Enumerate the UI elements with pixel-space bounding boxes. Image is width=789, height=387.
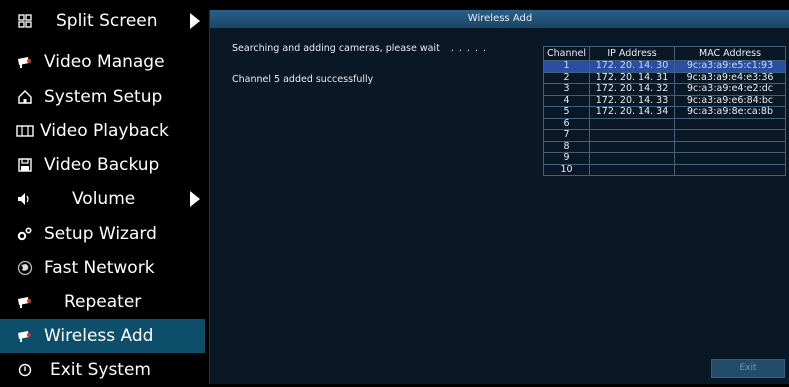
- channel-cell: 10: [542, 163, 591, 176]
- floppy-icon: [14, 154, 36, 176]
- table-row[interactable]: 7: [542, 129, 787, 142]
- ip-cell: [589, 152, 676, 165]
- searching-dots: . . . . .: [450, 43, 488, 54]
- speaker-icon: [14, 188, 36, 210]
- exit-button[interactable]: Exit: [711, 359, 785, 378]
- table-row[interactable]: 3 172. 20. 14. 32 9c:a3:a9:e4:e2:dc: [542, 83, 787, 96]
- mac-cell: 9c:a3:a9:e4:e3:36: [674, 71, 787, 84]
- ip-cell: 172. 20. 14. 31: [589, 71, 676, 84]
- menu-item-wireless-add[interactable]: Wireless Add: [0, 319, 205, 353]
- table-row[interactable]: 8: [542, 140, 787, 153]
- channel-cell: 6: [542, 117, 591, 130]
- gears-icon: [14, 223, 36, 245]
- film-icon: [14, 120, 36, 142]
- table-row[interactable]: 2 172. 20. 14. 31 9c:a3:a9:e4:e3:36: [542, 71, 787, 84]
- ip-cell: [589, 163, 676, 176]
- table-row[interactable]: 6: [542, 117, 787, 130]
- menu-item-volume[interactable]: Volume: [0, 182, 205, 216]
- mac-cell: [674, 117, 787, 130]
- camera-icon: [14, 325, 36, 347]
- table-row[interactable]: 5 172. 20. 14. 34 9c:a3:a9:8e:ca:8b: [542, 106, 787, 119]
- searching-status: Searching and adding cameras, please wai…: [232, 43, 487, 54]
- channel-cell: 5: [542, 106, 591, 119]
- power-icon: [14, 359, 36, 381]
- searching-text: Searching and adding cameras, please wai…: [232, 43, 440, 54]
- mac-cell: 9c:a3:a9:e4:e2:dc: [674, 83, 787, 96]
- camera-table: Channel IP Address MAC Address 1 172. 20…: [542, 46, 787, 176]
- menu-label: Video Backup: [44, 155, 160, 175]
- menu-item-video-backup[interactable]: Video Backup: [0, 148, 205, 182]
- submenu-arrow-icon: [190, 13, 200, 29]
- channel-cell: 8: [542, 140, 591, 153]
- menu-label: Video Manage: [44, 52, 165, 72]
- column-header-channel: Channel: [542, 46, 591, 61]
- wireless-add-panel: Wireless Add Searching and adding camera…: [209, 10, 789, 384]
- menu-label: Wireless Add: [44, 326, 154, 346]
- channel-cell: 7: [542, 129, 591, 142]
- table-row[interactable]: 1 172. 20. 14. 30 9c:a3:a9:e5:c1:93: [542, 60, 787, 73]
- column-header-ip: IP Address: [589, 46, 676, 61]
- channel-cell: 4: [542, 94, 591, 107]
- mac-cell: [674, 129, 787, 142]
- submenu-arrow-icon: [190, 191, 200, 207]
- menu-item-setup-wizard[interactable]: Setup Wizard: [0, 217, 205, 251]
- ip-cell: 172. 20. 14. 34: [589, 106, 676, 119]
- result-message: Channel 5 added successfully: [232, 74, 374, 85]
- sidebar-menu: Split Screen Video Manage System Setup V…: [0, 0, 205, 384]
- menu-item-video-manage[interactable]: Video Manage: [0, 45, 205, 79]
- ip-cell: [589, 117, 676, 130]
- table-row[interactable]: 10: [542, 163, 787, 176]
- mac-cell: [674, 163, 787, 176]
- mac-cell: 9c:a3:a9:8e:ca:8b: [674, 106, 787, 119]
- table-header-row: Channel IP Address MAC Address: [542, 46, 787, 61]
- menu-item-fast-network[interactable]: Fast Network: [0, 251, 205, 285]
- menu-label: Setup Wizard: [44, 224, 157, 244]
- menu-label: Split Screen: [56, 11, 158, 31]
- menu-label: Volume: [72, 189, 136, 209]
- menu-label: Repeater: [64, 292, 142, 312]
- menu-item-repeater[interactable]: Repeater: [0, 285, 205, 319]
- ip-cell: 172. 20. 14. 32: [589, 83, 676, 96]
- menu-label: System Setup: [44, 87, 163, 107]
- mac-cell: 9c:a3:a9:e5:c1:93: [674, 60, 787, 73]
- menu-label: Fast Network: [44, 258, 155, 278]
- menu-item-video-playback[interactable]: Video Playback: [0, 114, 205, 148]
- menu-label: Exit System: [50, 360, 151, 380]
- mac-cell: 9c:a3:a9:e6:84:bc: [674, 94, 787, 107]
- ip-cell: 172. 20. 14. 33: [589, 94, 676, 107]
- grid-icon: [14, 10, 36, 32]
- table-row[interactable]: 4 172. 20. 14. 33 9c:a3:a9:e6:84:bc: [542, 94, 787, 107]
- mac-cell: [674, 152, 787, 165]
- channel-cell: 9: [542, 152, 591, 165]
- home-icon: [14, 86, 36, 108]
- globe-icon: [14, 257, 36, 279]
- ip-cell: 172. 20. 14. 30: [589, 60, 676, 73]
- ip-cell: [589, 140, 676, 153]
- column-header-mac: MAC Address: [674, 46, 787, 61]
- menu-item-system-setup[interactable]: System Setup: [0, 80, 205, 114]
- camera-icon: [14, 291, 36, 313]
- panel-title: Wireless Add: [210, 10, 789, 28]
- mac-cell: [674, 140, 787, 153]
- table-row[interactable]: 9: [542, 152, 787, 165]
- ip-cell: [589, 129, 676, 142]
- channel-cell: 2: [542, 71, 591, 84]
- menu-label: Video Playback: [40, 121, 169, 141]
- channel-cell: 3: [542, 83, 591, 96]
- camera-icon: [14, 51, 36, 73]
- channel-cell: 1: [542, 60, 591, 73]
- menu-item-exit-system[interactable]: Exit System: [0, 353, 205, 387]
- menu-item-split-screen[interactable]: Split Screen: [0, 4, 205, 38]
